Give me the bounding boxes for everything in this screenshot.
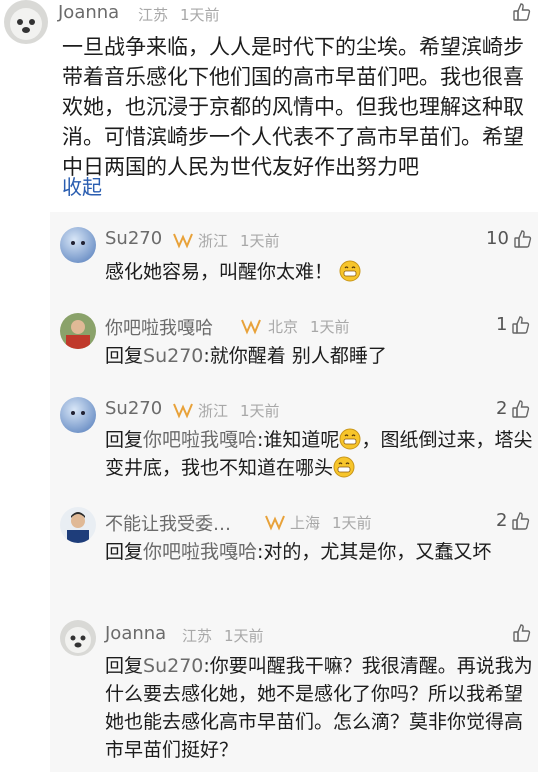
vip-badge-icon [173,403,193,419]
like-count: 10 [486,228,509,249]
vip-badge-icon [265,515,285,531]
reply-username[interactable]: Su270 [105,398,162,419]
reply-time: 1天前 [332,514,372,532]
thumbs-up-icon [513,3,531,21]
reply-location: 江苏 [182,627,213,645]
reply-message: :就你醒着 别人都睡了 [203,345,387,367]
avatar-reply4[interactable] [60,507,96,543]
reply-username[interactable]: Su270 [105,228,162,249]
like-button[interactable] [512,623,532,643]
reply-location: 北京 [268,318,299,336]
reply-text: 回复你吧啦我嘎哈:对的，尤其是你，又蠢又坏 [105,538,535,566]
reply-text: 感化她容易，叫醒你太难！ [105,258,535,286]
thumbs-up-icon [512,511,530,530]
reply-username[interactable]: 不能让我受委… [105,510,231,536]
reply-to-user[interactable]: 你吧啦我嘎哈 [143,429,257,451]
avatar-reply2[interactable] [60,313,96,349]
reply-to-user[interactable]: Su270 [143,655,203,677]
avatar-su270[interactable] [60,397,96,433]
vip-badge-icon [173,233,193,249]
vip-badge-icon [241,319,261,335]
reply-time: 1天前 [224,627,264,645]
reply-time: 1天前 [240,402,280,420]
grin-emoji-icon [339,260,361,282]
reply-to-user[interactable]: Su270 [143,345,203,367]
like-button[interactable]: 10 [486,228,533,249]
reply-prefix: 回复 [105,429,144,451]
comment-time: 1天前 [180,6,220,24]
avatar-joanna[interactable] [60,620,96,656]
like-button[interactable]: 2 [496,398,531,419]
reply-message: :谁知道呢 [257,429,340,451]
reply-location: 浙江 [198,232,229,250]
thumbs-up-icon [512,399,530,418]
grin-emoji-icon [333,456,355,478]
reply-to-user[interactable]: 你吧啦我嘎哈 [143,541,257,563]
reply-username[interactable]: 你吧啦我嘎哈 [105,314,213,340]
comment-username[interactable]: Joanna [58,2,119,23]
like-button[interactable]: 1 [496,314,531,335]
thumbs-up-icon [514,229,532,248]
reply-text: 回复Su270:就你醒着 别人都睡了 [105,342,535,370]
thumbs-up-icon [512,315,530,334]
comment-location: 江苏 [138,6,169,24]
like-count: 2 [496,398,508,419]
like-button[interactable] [512,2,532,22]
reply-prefix: 回复 [105,345,144,367]
like-count: 2 [496,510,508,531]
reply-location: 浙江 [198,402,229,420]
like-count: 1 [496,314,508,335]
avatar-su270[interactable] [60,227,96,263]
like-button[interactable]: 2 [496,510,531,531]
avatar-joanna[interactable] [4,0,48,44]
grin-emoji-icon [339,428,361,450]
reply-message: :对的，尤其是你，又蠢又坏 [257,541,492,563]
collapse-link[interactable]: 收起 [62,171,102,200]
reply-prefix: 回复 [105,541,144,563]
reply-location: 上海 [290,514,321,532]
thumbs-up-icon [513,624,531,642]
reply-message: 感化她容易，叫醒你太难！ [105,261,334,283]
reply-time: 1天前 [240,232,280,250]
comment-text: 一旦战争来临，人人是时代下的尘埃。希望滨崎步带着音乐感化下他们国的高市早苗们吧。… [62,35,524,179]
reply-time: 1天前 [310,318,350,336]
reply-text: 回复你吧啦我嘎哈:谁知道呢 ，图纸倒过来，塔尖变井底，我也不知道在哪头 [105,426,535,482]
reply-text: 回复Su270:你要叫醒我干嘛？我很清醒。再说我为什么要去感化她，她不是感化了你… [105,652,535,764]
reply-prefix: 回复 [105,655,144,677]
reply-username[interactable]: Joanna [105,623,166,644]
